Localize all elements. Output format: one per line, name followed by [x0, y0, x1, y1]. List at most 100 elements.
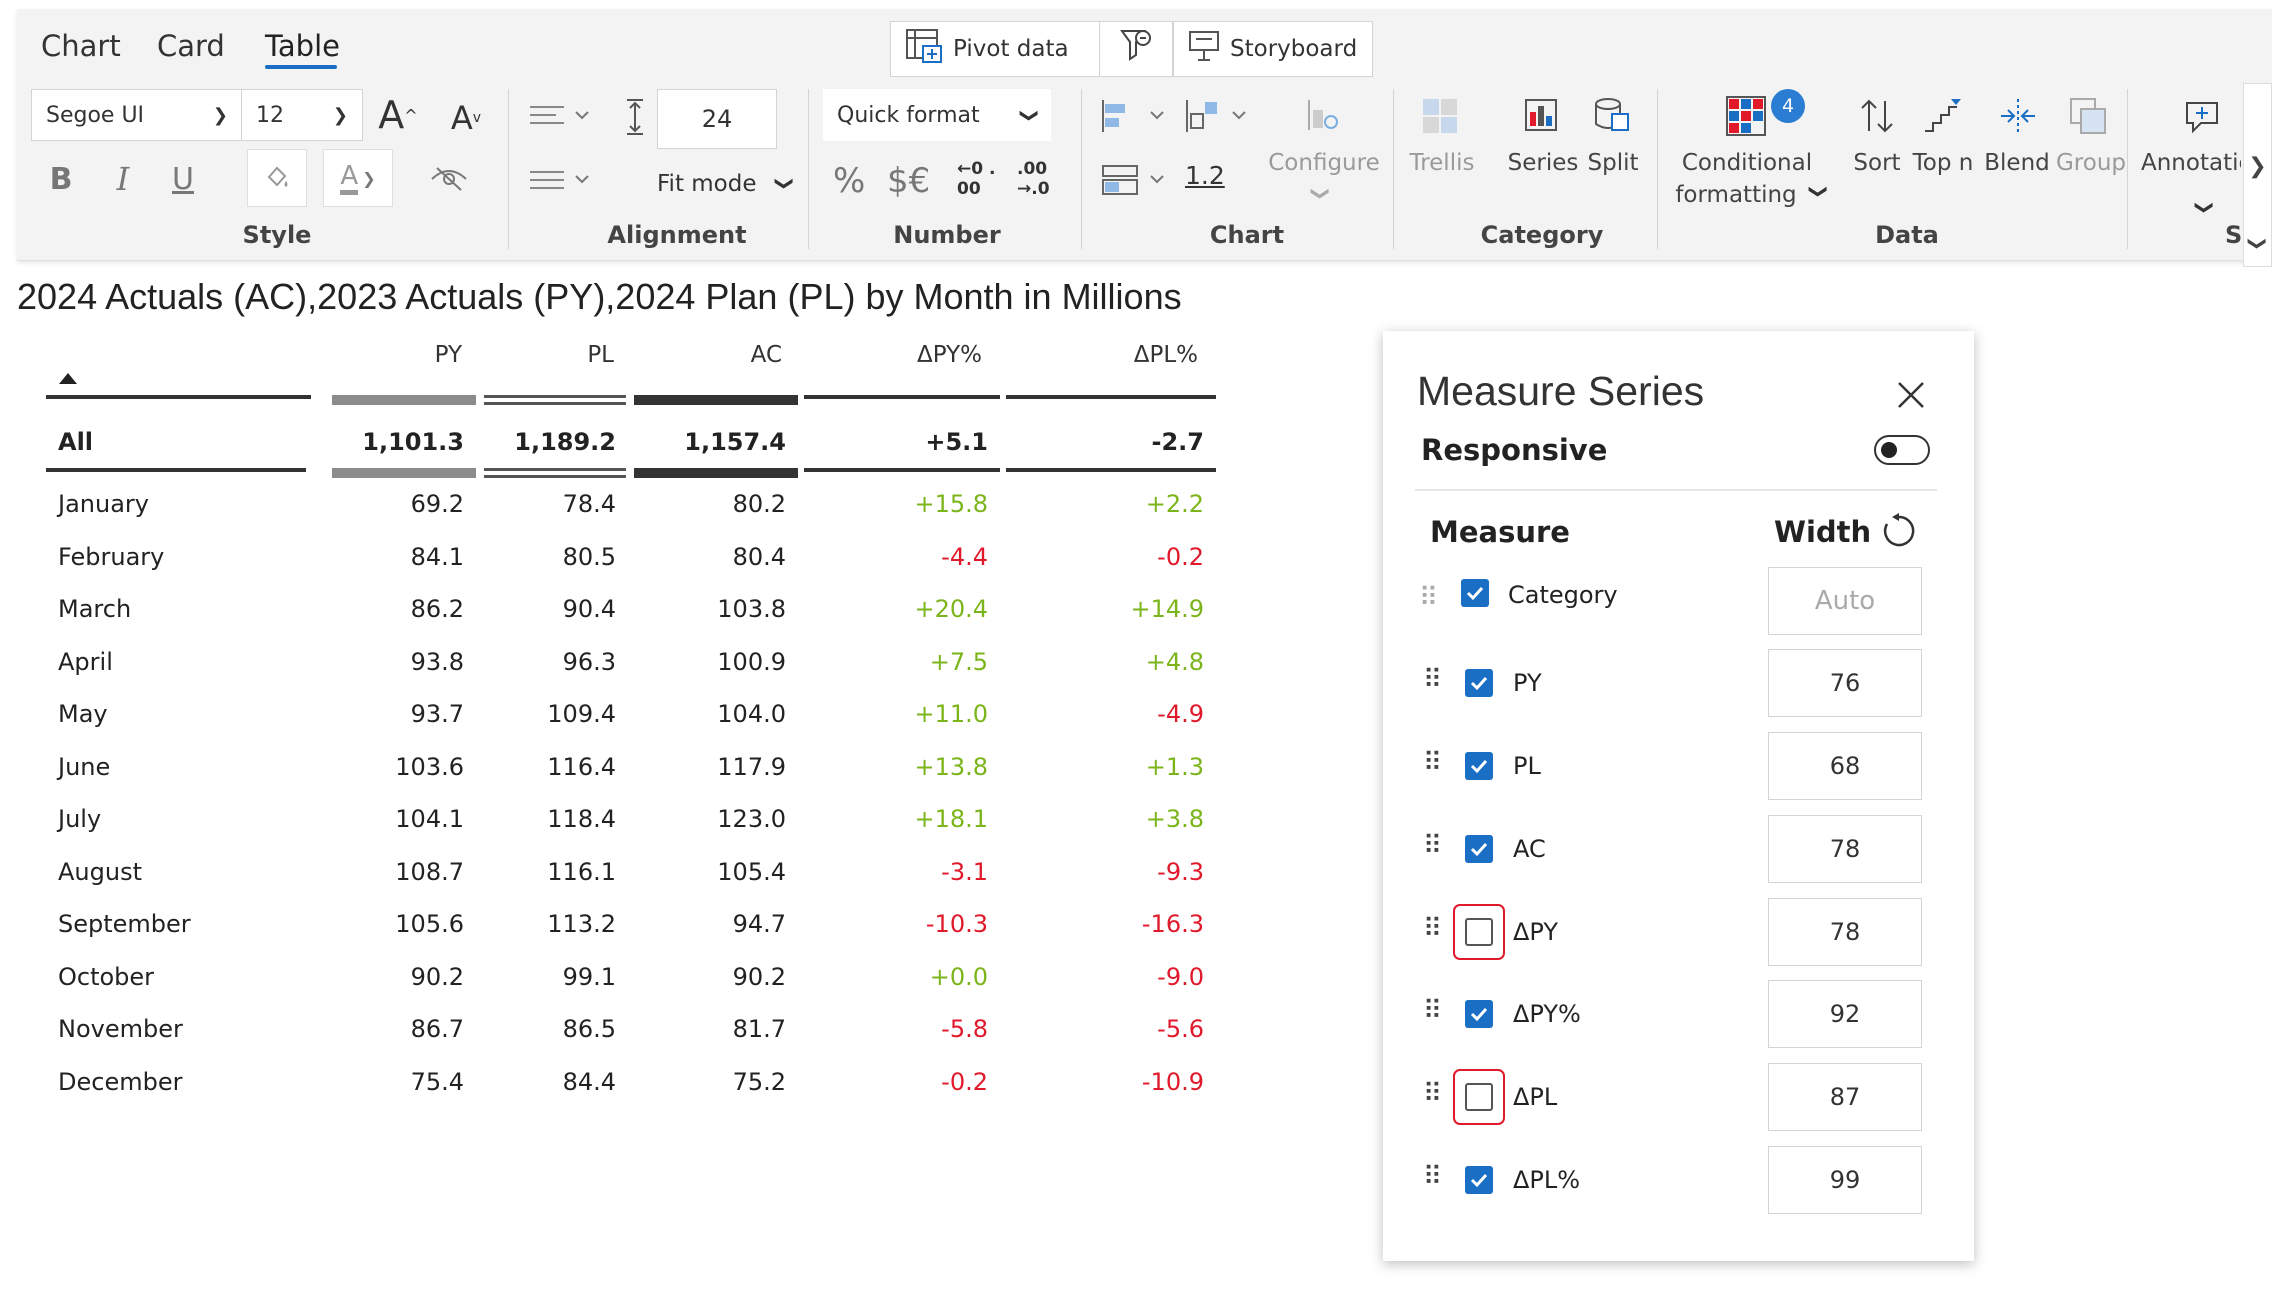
tab-card[interactable]: Card: [157, 29, 225, 63]
drag-handle-icon[interactable]: ⠿: [1419, 583, 1438, 613]
increase-decimals-icon[interactable]: ←0 .00: [957, 159, 999, 199]
storyboard-button[interactable]: Storyboard: [1173, 21, 1373, 77]
series-label[interactable]: Series: [1501, 147, 1585, 179]
chevron-down-icon[interactable]: ❯: [1808, 184, 1829, 199]
drag-handle-icon[interactable]: ⠿: [1423, 914, 1442, 944]
width-input[interactable]: 76: [1768, 649, 1922, 717]
annotation-icon[interactable]: [2177, 93, 2227, 139]
top-n-label[interactable]: Top n: [1907, 147, 1979, 179]
chevron-down-icon[interactable]: ❯: [1310, 186, 1331, 201]
chevron-down-icon[interactable]: ❯: [2194, 200, 2215, 215]
toggle-knob: [1881, 442, 1897, 458]
col-header-pl[interactable]: PL: [484, 342, 614, 368]
conditional-formatting-icon[interactable]: [1721, 93, 1771, 139]
tab-chart[interactable]: Chart: [41, 29, 121, 63]
measure-checkbox[interactable]: [1465, 752, 1493, 780]
tab-table[interactable]: Table: [265, 29, 340, 63]
split-icon[interactable]: [1587, 93, 1637, 139]
conditional-formatting-label-1[interactable]: Conditional: [1667, 147, 1827, 179]
width-input[interactable]: 99: [1768, 1146, 1922, 1214]
cell-dpl: +1.3: [1145, 753, 1204, 781]
measure-checkbox[interactable]: [1465, 1000, 1493, 1028]
hide-icon[interactable]: [425, 159, 473, 199]
notification-badge: 4: [1771, 89, 1805, 123]
series-icon[interactable]: [1517, 93, 1567, 139]
configure-label[interactable]: Configure: [1259, 147, 1389, 179]
reset-icon[interactable]: [1879, 511, 1919, 551]
underline-icon[interactable]: U: [163, 157, 203, 201]
vertical-align-icon[interactable]: [527, 159, 599, 199]
blend-icon[interactable]: [1993, 93, 2043, 139]
col-header-dpl-pct[interactable]: ΔPL%: [1068, 342, 1198, 368]
shrink-font-icon[interactable]: Av: [443, 95, 489, 141]
cell-dpl: +4.8: [1145, 648, 1204, 676]
group-icon[interactable]: [2063, 93, 2113, 139]
responsive-toggle[interactable]: [1874, 435, 1930, 465]
width-input[interactable]: 78: [1768, 815, 1922, 883]
chevron-down-icon[interactable]: ❯: [774, 176, 795, 191]
width-input[interactable]: 87: [1768, 1063, 1922, 1131]
row-height-icon[interactable]: [617, 93, 653, 141]
currency-format-icon[interactable]: $€: [887, 161, 930, 201]
pivot-data-button[interactable]: Pivot data: [890, 21, 1100, 77]
horizontal-align-icon[interactable]: [527, 97, 599, 137]
chart-position-icon[interactable]: [1097, 157, 1177, 203]
chevron-right-icon[interactable]: ❯: [2248, 154, 2266, 179]
measure-checkbox[interactable]: [1461, 579, 1489, 607]
trellis-label[interactable]: Trellis: [1397, 147, 1487, 179]
separator: [508, 89, 509, 249]
drag-handle-icon[interactable]: ⠿: [1423, 665, 1442, 695]
drag-handle-icon[interactable]: ⠿: [1423, 1162, 1442, 1192]
measure-label: PY: [1513, 669, 1542, 697]
percent-format-icon[interactable]: %: [833, 161, 865, 201]
fill-color-icon[interactable]: [247, 149, 307, 207]
trellis-icon[interactable]: [1415, 93, 1465, 139]
measure-checkbox[interactable]: [1465, 1166, 1493, 1194]
width-input[interactable]: 68: [1768, 732, 1922, 800]
ribbon-scroll[interactable]: ❯ ❯: [2243, 83, 2272, 267]
annotations-label[interactable]: Annotatic: [2141, 147, 2241, 179]
col-header-dpy-pct[interactable]: ΔPY%: [852, 342, 982, 368]
font-family-select[interactable]: Segoe UI ❯: [31, 89, 243, 141]
cell-py: 86.2: [410, 595, 464, 623]
fit-mode-label[interactable]: Fit mode: [657, 171, 757, 197]
split-label[interactable]: Split: [1577, 147, 1649, 179]
blend-label[interactable]: Blend: [1981, 147, 2053, 179]
conditional-formatting-label-2[interactable]: formatting: [1667, 179, 1805, 211]
configure-icon[interactable]: [1293, 93, 1353, 139]
drag-handle-icon[interactable]: ⠿: [1423, 748, 1442, 778]
sort-ascending-icon[interactable]: [59, 373, 77, 384]
row-height-input[interactable]: 24: [657, 89, 777, 149]
sort-icon[interactable]: [1853, 93, 1901, 139]
measure-checkbox[interactable]: [1465, 835, 1493, 863]
decrease-decimals-icon[interactable]: .00 →.0: [1017, 159, 1059, 199]
bold-icon[interactable]: B: [41, 157, 81, 201]
scale-value[interactable]: 1.2: [1185, 161, 1225, 190]
top-n-icon[interactable]: [1917, 93, 1967, 139]
font-size-select[interactable]: 12 ❯: [241, 89, 363, 141]
total-rule-dpy: [804, 468, 1000, 472]
chevron-down-icon[interactable]: ❯: [2247, 236, 2268, 251]
filter-button[interactable]: [1099, 21, 1173, 77]
measure-checkbox[interactable]: [1465, 1083, 1493, 1111]
drag-handle-icon[interactable]: ⠿: [1423, 831, 1442, 861]
sort-label[interactable]: Sort: [1845, 147, 1909, 179]
drag-handle-icon[interactable]: ⠿: [1423, 996, 1442, 1026]
chart-layout-icon[interactable]: [1097, 93, 1177, 139]
font-color-icon[interactable]: A ❯: [323, 149, 393, 207]
quick-format-select[interactable]: Quick format ❯: [823, 89, 1051, 141]
italic-icon[interactable]: I: [103, 157, 143, 201]
measure-checkbox[interactable]: [1465, 918, 1493, 946]
width-input[interactable]: Auto: [1768, 567, 1922, 635]
col-header-py[interactable]: PY: [332, 342, 462, 368]
measure-checkbox[interactable]: [1465, 669, 1493, 697]
close-icon[interactable]: [1893, 377, 1929, 413]
width-input[interactable]: 92: [1768, 980, 1922, 1048]
col-header-ac[interactable]: AC: [652, 342, 782, 368]
cell-dpy: -0.2: [941, 1068, 988, 1096]
grow-font-icon[interactable]: A ^: [373, 89, 423, 141]
drag-handle-icon[interactable]: ⠿: [1423, 1079, 1442, 1109]
group-label[interactable]: Group: [2053, 147, 2129, 179]
width-input[interactable]: 78: [1768, 898, 1922, 966]
chart-type-icon[interactable]: [1181, 93, 1261, 139]
